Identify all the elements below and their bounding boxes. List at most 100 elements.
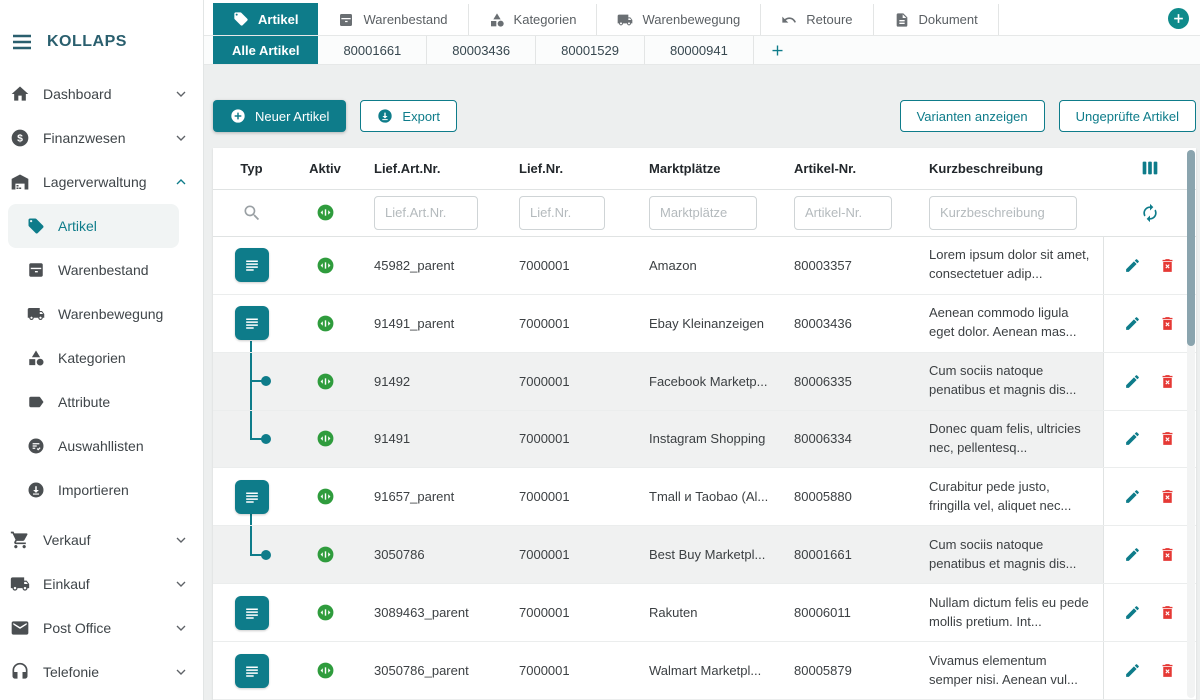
tab-kategorien[interactable]: Kategorien xyxy=(469,4,598,35)
sidebar-item-warenbestand[interactable]: Warenbestand xyxy=(0,248,203,292)
subtab-80003436[interactable]: 80003436 xyxy=(427,36,536,64)
subtab-label: 80003436 xyxy=(452,43,510,58)
sidebar-item-einkauf[interactable]: Einkauf xyxy=(0,562,203,606)
chevron-down-icon xyxy=(173,576,189,592)
tree-node-dot xyxy=(261,376,271,386)
tab-label: Warenbestand xyxy=(363,12,447,27)
edit-icon[interactable] xyxy=(1124,488,1141,505)
lief-art-nr-filter-input[interactable] xyxy=(374,196,478,230)
unchecked-articles-button[interactable]: Ungeprüfte Artikel xyxy=(1059,100,1196,132)
tab-dokument[interactable]: Dokument xyxy=(874,4,999,35)
lief-nr-filter-input[interactable] xyxy=(519,196,605,230)
row-aktiv-cell xyxy=(290,468,360,525)
row-typ-cell xyxy=(213,353,290,410)
kurzbeschreibung-filter-input[interactable] xyxy=(929,196,1077,230)
column-header-artikel-nr[interactable]: Artikel-Nr. xyxy=(780,148,915,189)
tab-retoure[interactable]: Retoure xyxy=(761,4,873,35)
sidebar-item-kategorien[interactable]: Kategorien xyxy=(0,336,203,380)
subtab-80001661[interactable]: 80001661 xyxy=(318,36,427,64)
tab-artikel[interactable]: Artikel xyxy=(213,3,318,35)
column-header-kurzbeschreibung[interactable]: Kurzbeschreibung xyxy=(915,148,1103,189)
row-lief-art-nr: 91491_parent xyxy=(360,295,505,352)
sidebar-item-telefonie[interactable]: Telefonie xyxy=(0,650,203,694)
export-button[interactable]: Export xyxy=(360,100,457,132)
delete-icon[interactable] xyxy=(1159,430,1176,447)
variant-list-button[interactable] xyxy=(235,596,269,630)
column-header-aktiv[interactable]: Aktiv xyxy=(290,148,360,189)
row-aktiv-cell xyxy=(290,642,360,699)
sidebar-item-warenbewegung[interactable]: Warenbewegung xyxy=(0,292,203,336)
artikel-nr-filter-input[interactable] xyxy=(794,196,892,230)
button-label: Varianten anzeigen xyxy=(917,109,1028,124)
menu-icon[interactable] xyxy=(10,30,34,54)
tab-warenbestand[interactable]: Warenbestand xyxy=(318,4,468,35)
show-variants-button[interactable]: Varianten anzeigen xyxy=(900,100,1045,132)
sidebar-item-label: Telefonie xyxy=(43,664,99,680)
subtab-label: 80001661 xyxy=(343,43,401,58)
variant-list-button[interactable] xyxy=(235,654,269,688)
subtab-alle-artikel[interactable]: Alle Artikel xyxy=(213,36,318,64)
edit-icon[interactable] xyxy=(1124,315,1141,332)
tab-warenbewegung[interactable]: Warenbewegung xyxy=(597,4,761,35)
row-lief-art-nr: 3050786 xyxy=(360,526,505,583)
table-scrollbar[interactable] xyxy=(1187,150,1195,698)
variant-list-button[interactable] xyxy=(235,248,269,282)
sidebar: KOLLAPS Dashboard $ Finanzwesen Lagerver… xyxy=(0,0,204,700)
edit-icon[interactable] xyxy=(1124,546,1141,563)
edit-icon[interactable] xyxy=(1124,257,1141,274)
sidebar-item-artikel[interactable]: Artikel xyxy=(8,204,179,248)
columns-icon[interactable] xyxy=(1139,157,1161,179)
delete-icon[interactable] xyxy=(1159,315,1176,332)
edit-icon[interactable] xyxy=(1124,430,1141,447)
active-status-icon xyxy=(316,314,335,333)
active-status-icon xyxy=(316,661,335,680)
edit-icon[interactable] xyxy=(1124,604,1141,621)
sidebar-item-finanzwesen[interactable]: $ Finanzwesen xyxy=(0,116,203,160)
delete-icon[interactable] xyxy=(1159,373,1176,390)
truck-icon xyxy=(27,305,45,323)
column-header-marktplaetze[interactable]: Marktplätze xyxy=(635,148,780,189)
sidebar-item-attribute[interactable]: Attribute xyxy=(0,380,203,424)
column-header-typ[interactable]: Typ xyxy=(213,148,290,189)
sidebar-item-post-office[interactable]: Post Office xyxy=(0,606,203,650)
add-tab-button[interactable] xyxy=(1168,8,1189,29)
column-header-lief-art-nr[interactable]: Lief.Art.Nr. xyxy=(360,148,505,189)
subtab-80000941[interactable]: 80000941 xyxy=(645,36,754,64)
row-marktplatz: Instagram Shopping xyxy=(635,411,780,468)
home-icon xyxy=(10,84,30,104)
label-icon xyxy=(27,393,45,411)
delete-icon[interactable] xyxy=(1159,488,1176,505)
column-header-lief-nr[interactable]: Lief.Nr. xyxy=(505,148,635,189)
sidebar-item-label: Kategorien xyxy=(58,350,126,366)
sidebar-item-auswahllisten[interactable]: Auswahllisten xyxy=(0,424,203,468)
edit-icon[interactable] xyxy=(1124,373,1141,390)
variant-list-button[interactable] xyxy=(235,480,269,514)
delete-icon[interactable] xyxy=(1159,257,1176,274)
sidebar-header: KOLLAPS xyxy=(0,0,203,68)
sidebar-item-verkauf[interactable]: Verkauf xyxy=(0,518,203,562)
add-article-tab-button[interactable] xyxy=(754,36,801,64)
active-filter-icon[interactable] xyxy=(316,203,335,222)
delete-icon[interactable] xyxy=(1159,604,1176,621)
delete-icon[interactable] xyxy=(1159,662,1176,679)
new-article-button[interactable]: Neuer Artikel xyxy=(213,100,346,132)
sidebar-item-dashboard[interactable]: Dashboard xyxy=(0,72,203,116)
subtab-80001529[interactable]: 80001529 xyxy=(536,36,645,64)
marktplaetze-filter-input[interactable] xyxy=(649,196,757,230)
row-artikel-nr: 80005880 xyxy=(780,468,915,525)
refresh-icon[interactable] xyxy=(1140,203,1160,223)
sidebar-item-lagerverwaltung[interactable]: Lagerverwaltung xyxy=(0,160,203,204)
edit-icon[interactable] xyxy=(1124,662,1141,679)
variant-list-button[interactable] xyxy=(235,306,269,340)
row-typ-cell xyxy=(213,468,290,525)
active-status-icon xyxy=(316,429,335,448)
row-aktiv-cell xyxy=(290,353,360,410)
search-icon[interactable] xyxy=(242,203,262,223)
delete-icon[interactable] xyxy=(1159,546,1176,563)
scrollbar-thumb[interactable] xyxy=(1187,150,1195,346)
headset-icon xyxy=(10,662,30,682)
row-aktiv-cell xyxy=(290,584,360,641)
box-icon xyxy=(338,12,354,28)
sidebar-item-importieren[interactable]: Importieren xyxy=(0,468,203,512)
row-lief-art-nr: 91491 xyxy=(360,411,505,468)
